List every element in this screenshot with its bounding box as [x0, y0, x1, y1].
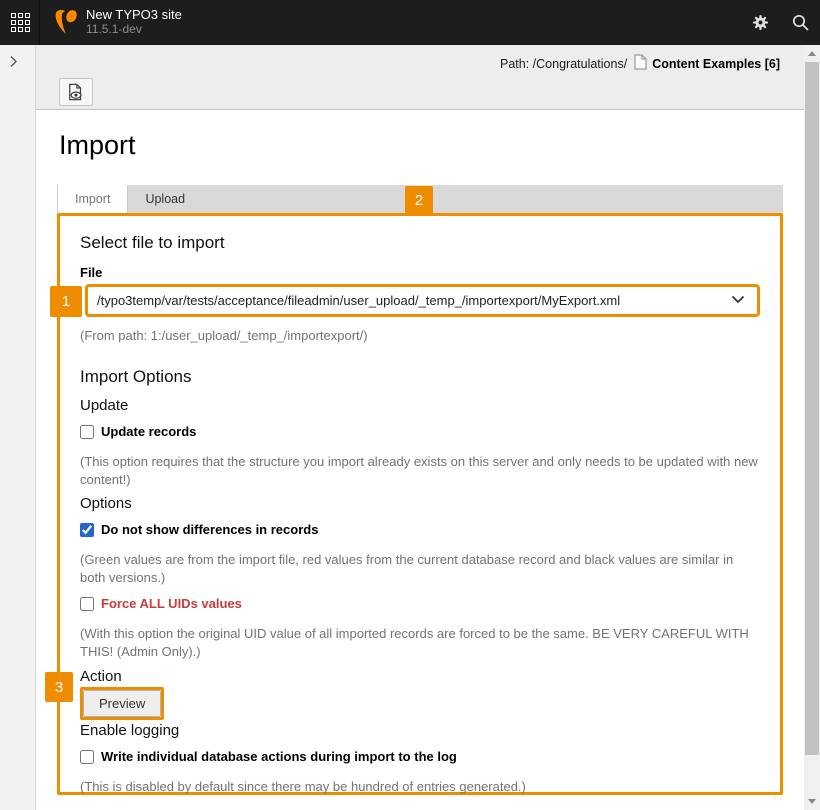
modules-menu-button[interactable]: [0, 0, 40, 45]
vertical-scrollbar[interactable]: [804, 45, 820, 810]
log-row: Write individual database actions during…: [80, 749, 760, 765]
from-path-note: (From path: 1:/user_upload/_temp_/import…: [80, 327, 760, 345]
options-heading: Options: [80, 495, 760, 513]
update-records-label[interactable]: Update records: [101, 424, 196, 440]
highlight-badge-2: 2: [405, 186, 433, 214]
arrow-down-icon[interactable]: [808, 799, 816, 804]
gear-icon: [752, 14, 769, 31]
docheader: Path: /Congratulations/ Content Examples…: [36, 45, 804, 110]
tab-upload[interactable]: Upload: [128, 185, 202, 213]
document-eye-icon: [67, 83, 85, 101]
force-uids-checkbox[interactable]: [80, 597, 94, 611]
log-label[interactable]: Write individual database actions during…: [101, 749, 457, 765]
action-heading: Action: [80, 668, 760, 686]
preview-document-button[interactable]: [59, 78, 93, 106]
import-options-heading: Import Options: [80, 367, 760, 387]
site-version: 11.5.1-dev: [86, 22, 182, 37]
highlight-badge-1: 1: [50, 286, 82, 317]
update-heading: Update: [80, 397, 760, 415]
breadcrumb: Path: /Congratulations/ Content Examples…: [500, 54, 780, 73]
force-uids-label[interactable]: Force ALL UIDs values: [101, 596, 242, 612]
log-note: (This is disabled by default since there…: [80, 778, 760, 796]
no-diff-row: Do not show differences in records: [80, 522, 760, 538]
force-uids-note: (With this option the original UID value…: [80, 625, 760, 661]
preview-button-highlight: Preview: [80, 687, 164, 720]
no-diff-checkbox[interactable]: [80, 523, 94, 537]
page-title: Import: [59, 130, 136, 161]
preview-button[interactable]: Preview: [83, 690, 161, 717]
log-checkbox[interactable]: [80, 750, 94, 764]
update-records-row: Update records: [80, 424, 760, 440]
scrollbar-thumb[interactable]: [805, 62, 819, 755]
grid-icon: [11, 13, 30, 32]
select-file-heading: Select file to import: [80, 233, 760, 253]
sidebar-expand-button[interactable]: [9, 55, 27, 73]
arrow-up-icon[interactable]: [808, 51, 816, 56]
chevron-right-icon: [9, 55, 18, 68]
file-select[interactable]: /typo3temp/var/tests/acceptance/fileadmi…: [85, 284, 760, 317]
import-tab-pane: Select file to import File /typo3temp/va…: [57, 213, 783, 795]
update-records-note: (This option requires that the structure…: [80, 453, 760, 489]
breadcrumb-record-title: Content Examples [6]: [652, 57, 780, 71]
no-diff-note: (Green values are from the import file, …: [80, 551, 760, 587]
page-icon: [634, 54, 647, 73]
topbar: New TYPO3 site 11.5.1-dev: [0, 0, 820, 45]
force-uids-row: Force ALL UIDs values: [80, 596, 760, 612]
pagetree-sidebar: [0, 45, 36, 810]
breadcrumb-path: Path: /Congratulations/: [500, 57, 627, 71]
update-records-checkbox[interactable]: [80, 425, 94, 439]
file-select-wrap: /typo3temp/var/tests/acceptance/fileadmi…: [80, 284, 760, 317]
site-title: New TYPO3 site: [86, 7, 182, 22]
site-info: New TYPO3 site 11.5.1-dev: [86, 7, 182, 37]
module-body: Import Import Upload Select file to impo…: [36, 110, 804, 810]
search-button[interactable]: [780, 0, 820, 45]
search-icon: [792, 14, 809, 31]
logging-heading: Enable logging: [80, 722, 760, 740]
settings-button[interactable]: [740, 0, 780, 45]
highlight-badge-3: 3: [45, 672, 73, 702]
no-diff-label[interactable]: Do not show differences in records: [101, 522, 318, 538]
tab-import[interactable]: Import: [57, 185, 128, 213]
file-label: File: [80, 265, 760, 281]
typo3-logo: [52, 8, 80, 41]
